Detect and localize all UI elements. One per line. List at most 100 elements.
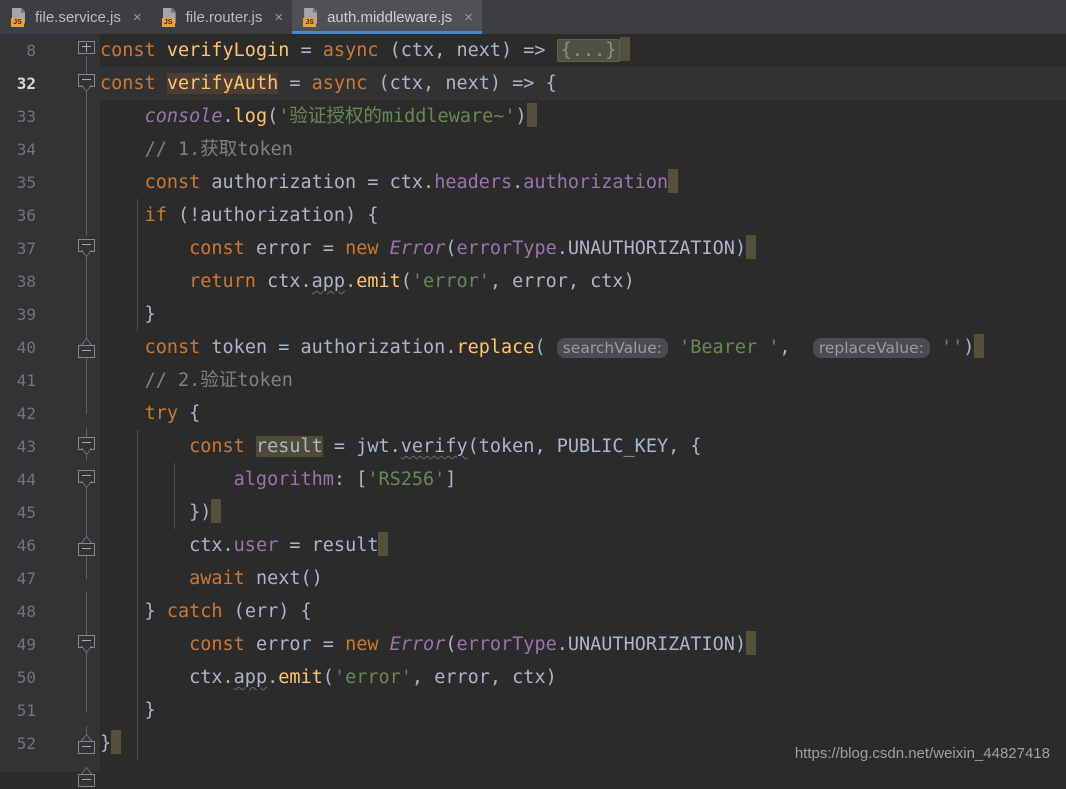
fold-placeholder[interactable]: {...} <box>556 39 621 62</box>
token-token: token <box>478 436 535 457</box>
token-jwt: jwt <box>356 436 390 457</box>
code-line-41[interactable]: // 2.验证token <box>100 364 1066 397</box>
js-file-icon: JS <box>11 7 28 27</box>
fold-end-icon[interactable] <box>78 338 95 360</box>
token-ctx: ctx <box>267 271 301 292</box>
token-string-error: 'error' <box>333 667 412 688</box>
code-content[interactable]: const verifyLogin = async (ctx, next) =>… <box>100 34 1066 772</box>
line-number: 35 <box>16 173 36 192</box>
line-number: 47 <box>16 569 36 588</box>
token-ctx: ctx <box>590 271 624 292</box>
close-icon[interactable]: × <box>133 10 142 25</box>
code-line-36[interactable]: if (!authorization) { <box>100 199 1066 232</box>
fold-collapse-icon[interactable] <box>78 635 95 653</box>
code-line-39[interactable]: } <box>100 298 1066 331</box>
tab-auth-middleware-js[interactable]: JS auth.middleware.js × <box>292 0 482 34</box>
line-number: 51 <box>16 701 36 720</box>
code-line-35[interactable]: const authorization = ctx.headers.author… <box>100 166 1066 199</box>
js-badge-label: JS <box>11 17 24 27</box>
line-number: 40 <box>16 338 36 357</box>
code-line-42[interactable]: try { <box>100 397 1066 430</box>
line-number: 42 <box>16 404 36 423</box>
token-const: const <box>189 238 245 259</box>
fold-end-icon[interactable] <box>78 734 95 756</box>
js-file-icon: JS <box>303 7 320 27</box>
tab-file-router-js[interactable]: JS file.router.js × <box>151 0 292 34</box>
code-line-50[interactable]: ctx.app.emit('error', error, ctx) <box>100 661 1066 694</box>
token-string-empty: '' <box>941 337 964 358</box>
line-number: 33 <box>16 107 36 126</box>
code-line-33[interactable]: console.log('验证授权的middleware~') <box>100 100 1066 133</box>
token-app: app <box>311 271 346 292</box>
fold-connector <box>86 90 87 235</box>
token-error: error <box>434 667 490 688</box>
caret-block <box>746 631 757 655</box>
code-line-34[interactable]: // 1.获取token <box>100 133 1066 166</box>
fold-collapse-icon[interactable] <box>78 239 95 257</box>
token-authorization-prop: authorization <box>523 172 669 193</box>
tab-file-service-js[interactable]: JS file.service.js × <box>0 0 151 34</box>
fold-connector <box>86 474 87 579</box>
token-app: app <box>233 667 268 688</box>
token-result: result <box>255 436 323 457</box>
token-string-bearer: 'Bearer ' <box>679 337 780 358</box>
code-line-45[interactable]: }) <box>100 496 1066 529</box>
code-line-49[interactable]: const error = new Error(errorType.UNAUTH… <box>100 628 1066 661</box>
token-return: return <box>189 271 256 292</box>
caret-block <box>211 499 222 523</box>
token-public-key: PUBLIC_KEY <box>556 436 669 457</box>
fold-end-icon[interactable] <box>78 536 95 558</box>
token-authorization: authorization <box>200 205 346 226</box>
code-line-46[interactable]: ctx.user = result <box>100 529 1066 562</box>
token-const: const <box>144 337 201 358</box>
js-badge-label: JS <box>303 17 317 27</box>
token-console: console <box>144 106 223 127</box>
js-file-icon: JS <box>161 7 179 27</box>
line-number: 49 <box>16 635 36 654</box>
token-verify: verify <box>400 436 468 457</box>
token-algorithm: algorithm <box>233 469 334 490</box>
code-line-47[interactable]: await next() <box>100 562 1066 595</box>
token-comment-1: // 1.获取token <box>144 139 293 160</box>
inlay-hint-replace-value: replaceValue: <box>812 338 930 358</box>
js-badge-label: JS <box>161 17 175 27</box>
token-next: next <box>255 568 301 589</box>
close-icon[interactable]: × <box>274 10 283 25</box>
token-await: await <box>189 568 245 589</box>
line-number: 46 <box>16 536 36 555</box>
token-replace: replace <box>456 337 535 358</box>
fold-collapse-icon[interactable] <box>78 470 95 488</box>
tab-label: file.service.js <box>35 8 121 26</box>
code-line-44[interactable]: algorithm: ['RS256'] <box>100 463 1066 496</box>
code-line-48[interactable]: } catch (err) { <box>100 595 1066 628</box>
fold-collapse-icon[interactable] <box>78 74 95 92</box>
token-log: log <box>233 106 268 127</box>
line-number: 37 <box>16 239 36 258</box>
token-unauthorization: UNAUTHORIZATION <box>567 238 735 259</box>
line-number: 8 <box>26 41 36 60</box>
code-line-40[interactable]: const token = authorization.replace( sea… <box>100 331 1066 364</box>
fold-expand-icon[interactable] <box>78 41 95 58</box>
token-error: error <box>512 271 568 292</box>
code-editor[interactable]: 8 32 33 34 35 36 37 38 39 40 41 42 43 44… <box>0 34 1066 787</box>
caret-block <box>746 235 757 259</box>
token-error: error <box>255 238 312 259</box>
code-line-8[interactable]: const verifyLogin = async (ctx, next) =>… <box>100 34 1066 67</box>
token-error-class: Error <box>389 238 446 259</box>
token-verify-login: verifyLogin <box>166 40 290 61</box>
caret-block <box>378 532 389 556</box>
code-line-51[interactable]: } <box>100 694 1066 727</box>
fold-end-icon[interactable] <box>78 767 95 789</box>
code-line-43[interactable]: const result = jwt.verify(token, PUBLIC_… <box>100 430 1066 463</box>
code-line-37[interactable]: const error = new Error(errorType.UNAUTH… <box>100 232 1066 265</box>
code-line-38[interactable]: return ctx.app.emit('error', error, ctx) <box>100 265 1066 298</box>
code-line-32[interactable]: const verifyAuth = async (ctx, next) => … <box>100 67 1066 100</box>
editor-gutter[interactable]: 8 32 33 34 35 36 37 38 39 40 41 42 43 44… <box>0 34 100 787</box>
token-string-error: 'error' <box>411 271 490 292</box>
token-new: new <box>345 634 379 655</box>
close-icon[interactable]: × <box>464 10 473 25</box>
token-user: user <box>233 535 279 556</box>
fold-collapse-icon[interactable] <box>78 437 95 455</box>
token-try: try <box>144 403 178 424</box>
editor-tab-bar: JS file.service.js × JS file.router.js ×… <box>0 0 1066 34</box>
